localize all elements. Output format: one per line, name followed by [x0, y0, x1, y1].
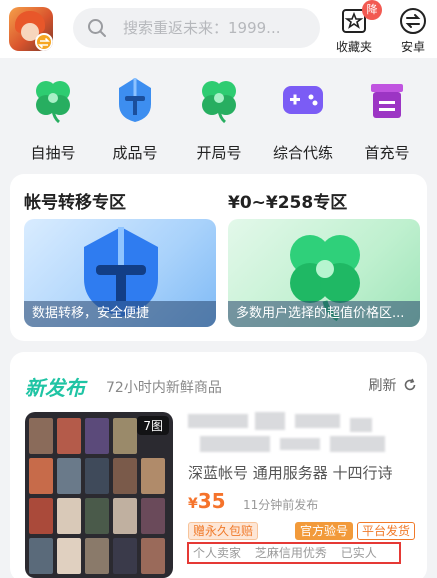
gift-box-icon: [371, 84, 403, 118]
character-card: [57, 538, 81, 574]
transfer-banner-caption: 数据转移，安全便捷: [24, 301, 216, 327]
blurred-title: [200, 436, 270, 452]
category-nav: 自抽号 成品号 开局号 综合代练 首充号: [0, 58, 437, 168]
character-card: [113, 418, 137, 454]
transfer-banner[interactable]: 数据转移，安全便捷: [24, 219, 216, 327]
item-thumbnail[interactable]: 7图: [25, 412, 173, 578]
character-card: [29, 498, 53, 534]
search-icon: [88, 19, 106, 37]
character-card: [113, 498, 137, 534]
feature-sesame-credit: 芝麻信用优秀: [254, 546, 327, 560]
swap-icon: [35, 33, 53, 51]
tag-official-verified: 官方验号: [295, 522, 354, 540]
image-count-badge: 7图: [137, 416, 169, 435]
blurred-title: [280, 438, 320, 450]
blurred-title: [330, 436, 385, 452]
blurred-title: [350, 418, 372, 432]
blurred-title: [295, 414, 340, 428]
item-time: 11分钟前发布: [243, 498, 319, 512]
character-card: [57, 458, 81, 494]
clover-icon: [36, 81, 70, 124]
new-release-subtitle: 72小时内新鲜商品: [106, 380, 222, 396]
category-label: 成品号: [112, 144, 158, 162]
refresh-button[interactable]: 刷新: [369, 375, 417, 395]
helmet-icon: [119, 78, 151, 122]
character-card: [113, 458, 137, 494]
search-placeholder: 搜索重返未来：1999...: [123, 19, 281, 37]
blurred-title: [188, 414, 248, 428]
favorites-label: 收藏夹: [335, 40, 372, 54]
seller-features: 个人卖家 芝麻信用优秀 已实人: [187, 542, 401, 564]
character-card: [113, 538, 137, 574]
favorites-button[interactable]: 降 收藏夹: [330, 0, 382, 54]
character-card: [85, 418, 109, 454]
category-label: 综合代练: [272, 144, 333, 162]
new-release-title: 新发布: [25, 376, 85, 400]
new-release-section: 新发布 72小时内新鲜商品 刷新 7图 深蓝帐号 通用服务器 十四行诗 ¥35 …: [10, 352, 427, 578]
item-title[interactable]: 深蓝帐号 通用服务器 十四行诗: [188, 462, 393, 483]
price-zone-title: ¥0~¥258专区: [228, 193, 348, 213]
category-chengpin[interactable]: 成品号: [100, 74, 170, 163]
character-card: [85, 538, 109, 574]
gamepad-icon: [283, 86, 323, 114]
category-label: 首充号: [364, 144, 410, 162]
character-card: [141, 498, 165, 534]
price-zone-banner-caption: 多数用户选择的超值价格区...: [228, 301, 420, 327]
category-kaiju[interactable]: 开局号: [184, 74, 254, 163]
category-zichou[interactable]: 自抽号: [18, 74, 88, 163]
character-card: [29, 418, 53, 454]
search-input[interactable]: 搜索重返未来：1999...: [73, 8, 320, 48]
transfer-title: 帐号转移专区: [24, 193, 126, 213]
switch-platform-icon: [400, 8, 426, 34]
character-card: [29, 458, 53, 494]
character-card: [141, 538, 165, 574]
tag-platform-delivery: 平台发货: [357, 522, 416, 540]
feature-verified: 已实人: [340, 546, 377, 560]
category-label: 自抽号: [30, 144, 76, 162]
transfer-section: 帐号转移专区 ¥0~¥258专区 数据转移，安全便捷 多数用户选择的超值价格区.…: [10, 174, 427, 341]
character-card: [85, 498, 109, 534]
category-zonghe[interactable]: 综合代练: [268, 74, 338, 163]
refresh-label: 刷新: [368, 378, 397, 394]
character-card: [85, 458, 109, 494]
character-card: [141, 458, 165, 494]
tag-compensation: 赠永久包赔: [188, 522, 259, 540]
character-card: [29, 538, 53, 574]
refresh-icon: [404, 378, 416, 391]
character-card: [57, 418, 81, 454]
blurred-title: [255, 412, 285, 430]
price-zone-banner[interactable]: 多数用户选择的超值价格区...: [228, 219, 420, 327]
top-bar: 搜索重返未来：1999... 降 收藏夹 安卓: [0, 0, 437, 58]
clover-icon: [202, 81, 236, 124]
character-card: [57, 498, 81, 534]
item-price: ¥35: [188, 489, 226, 513]
android-button[interactable]: 安卓: [389, 6, 437, 54]
app-avatar[interactable]: [9, 7, 53, 51]
price-drop-badge: 降: [362, 0, 382, 20]
category-shouchong[interactable]: 首充号: [352, 74, 422, 163]
category-label: 开局号: [196, 144, 242, 162]
feature-personal-seller: 个人卖家: [193, 546, 242, 560]
android-label: 安卓: [400, 40, 425, 54]
